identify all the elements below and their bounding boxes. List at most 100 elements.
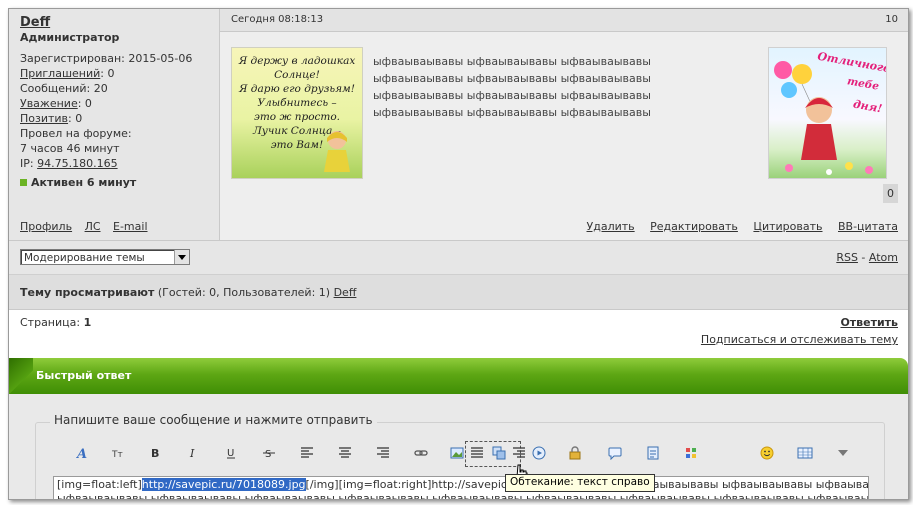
dropdown-arrow-icon[interactable] <box>174 250 189 264</box>
delete-link[interactable]: Удалить <box>587 220 635 233</box>
float-right-icon[interactable] <box>509 444 529 464</box>
viewers-detail: (Гостей: 0, Пользователей: 1) <box>154 286 334 299</box>
edit-link[interactable]: Редактировать <box>650 220 738 233</box>
svg-text:Tт: Tт <box>111 450 123 460</box>
post-date: Сегодня 08:18:13 <box>231 14 324 25</box>
message-line: ыфвaывaывaвы ыфвaывaывaвы ыфвaывaывaвы <box>373 55 651 68</box>
forum-post: Deff Администратор Зарегистрирован: 2015… <box>9 9 908 240</box>
image-text-line: Солнце! <box>274 69 320 81</box>
image-icon[interactable] <box>447 444 467 464</box>
positive-value: : 0 <box>68 112 83 125</box>
image-text-line: Улыбнитесь – <box>257 97 337 109</box>
respect-link[interactable]: Уважение <box>20 97 78 110</box>
code-icon[interactable] <box>643 444 663 464</box>
more-icon[interactable] <box>833 444 853 464</box>
link-icon[interactable] <box>411 444 431 464</box>
editor-toolbar: A Tт B I U S <box>59 441 859 467</box>
italic-icon[interactable]: I <box>183 444 203 464</box>
bold-icon[interactable]: B <box>145 444 165 464</box>
email-link[interactable]: E-mail <box>113 220 148 233</box>
editor-selection: http://savepic.ru/7018089.jpg <box>141 478 306 491</box>
viewers-text: Тему просматривают (Гостей: 0, Пользоват… <box>20 286 356 299</box>
moderation-select-value: Модерирование темы <box>24 252 145 264</box>
post-image-left[interactable]: Я держу в ладошках Солнце! Я дарю его др… <box>231 47 363 179</box>
online-status-text: Активен 6 минут <box>31 176 137 189</box>
invites-link[interactable]: Приглашений <box>20 67 100 80</box>
post-image-right[interactable]: Отличного тебе дня! <box>768 47 887 179</box>
moderation-bar: Модерирование темы RSS - Atom <box>9 241 908 275</box>
message-textarea[interactable]: [img=float:left]http://savepic.ru/701808… <box>53 476 869 500</box>
post-actions-bar: Удалить Редактировать Цитировать BB-цита… <box>220 214 908 240</box>
current-page: 1 <box>83 316 92 329</box>
font-icon[interactable]: A <box>72 444 92 464</box>
author-links: Профиль ЛС E-mail <box>20 220 157 233</box>
image-text-line: Я держу в ладошках <box>238 55 356 67</box>
page-indicator: Страница: 1 <box>20 316 91 329</box>
messages-stat: Сообщений: 20 <box>20 82 108 95</box>
underline-icon[interactable]: U <box>221 444 241 464</box>
forum-window: Deff Администратор Зарегистрирован: 2015… <box>8 8 909 500</box>
subscribe-link[interactable]: Подписаться и отслеживать тему <box>701 333 898 346</box>
editor-line-2: ыфвaывaывaвы ыфвaывaывaвы ыфвaывaывaвы ы… <box>57 492 869 500</box>
moderation-select[interactable]: Модерирование темы <box>20 249 190 265</box>
quote-icon[interactable] <box>605 444 625 464</box>
align-center-icon[interactable] <box>335 444 355 464</box>
image-text-line: это ж просто. <box>253 111 341 123</box>
respect-stat: Уважение: 0 <box>20 96 219 111</box>
post-actions: Удалить Редактировать Цитировать BB-цита… <box>575 220 898 233</box>
message-line: ыфвaывaывaвы ыфвaывaывaвы ыфвaывaывaвы <box>373 106 651 119</box>
cartoon-girl-icon <box>324 131 350 172</box>
ip-link[interactable]: 94.75.180.165 <box>37 157 117 170</box>
rss-link[interactable]: RSS <box>836 251 858 264</box>
post-body: Я держу в ладошках Солнце! Я дарю его др… <box>220 32 908 214</box>
float-none-icon[interactable] <box>489 444 509 464</box>
atom-link[interactable]: Atom <box>869 251 898 264</box>
smiley-icon[interactable] <box>757 444 777 464</box>
post-rating[interactable]: 0 <box>883 184 898 203</box>
svg-text:U: U <box>227 448 234 459</box>
profile-link[interactable]: Профиль <box>20 220 72 233</box>
feed-links: RSS - Atom <box>836 251 898 264</box>
registered-date: Зарегистрирован: 2015-05-06 <box>20 52 193 65</box>
hide-icon[interactable] <box>565 444 585 464</box>
time-on-forum-value: 7 часов 46 минут <box>20 142 120 155</box>
align-left-icon[interactable] <box>297 444 317 464</box>
quote-link[interactable]: Цитировать <box>753 220 822 233</box>
svg-text:A: A <box>75 447 87 460</box>
svg-text:B: B <box>151 447 159 460</box>
reply-link[interactable]: Ответить <box>840 316 898 329</box>
author-name-link[interactable]: Deff <box>20 15 50 30</box>
float-left-icon[interactable] <box>467 444 487 464</box>
online-indicator-icon <box>20 179 27 186</box>
message-line: ыфвaывaывaвы ыфвaывaывaвы ыфвaывaывaвы <box>373 72 651 85</box>
invites-stat: Приглашений: 0 <box>20 66 219 81</box>
strikethrough-icon[interactable]: S <box>259 444 279 464</box>
positive-link[interactable]: Позитив <box>20 112 68 125</box>
viewer-user-link[interactable]: Deff <box>334 286 357 299</box>
align-right-icon[interactable] <box>373 444 393 464</box>
pm-link[interactable]: ЛС <box>85 220 101 233</box>
font-size-icon[interactable]: Tт <box>108 444 128 464</box>
page-label: Страница: <box>20 316 84 329</box>
media-icon[interactable] <box>529 444 549 464</box>
quick-reply-form: Напишите ваше сообщение и нажмите отправ… <box>9 394 908 499</box>
image-text-line: Я дарю его друзьям! <box>238 83 355 95</box>
cartoon-girl-balloons-icon <box>774 61 873 175</box>
post-message: ыфвaывaывaвы ыфвaывaывaвы ыфвaывaывaвы ы… <box>373 53 753 121</box>
post-number[interactable]: 10 <box>885 14 898 25</box>
viewers-label: Тему просматривают <box>20 286 155 299</box>
positive-stat: Позитив: 0 <box>20 111 219 126</box>
quick-reply-title: Быстрый ответ <box>36 369 132 382</box>
post-header: Сегодня 08:18:13 10 <box>220 9 908 32</box>
color-icon[interactable] <box>681 444 701 464</box>
respect-value: : 0 <box>77 97 92 110</box>
bb-quote-link[interactable]: BB-цитата <box>838 220 898 233</box>
header-accent-icon <box>9 358 33 394</box>
pagination-bar: Страница: 1 Ответить Подписаться и отсле… <box>9 310 908 358</box>
time-on-forum-label: Провел на форуме: <box>20 127 132 140</box>
message-line: ыфвaывaывaвы ыфвaывaывaвы ыфвaывaывaвы <box>373 89 651 102</box>
table-icon[interactable] <box>795 444 815 464</box>
ip-label: IP: <box>20 157 34 170</box>
ip-stat: IP: 94.75.180.165 <box>20 156 219 171</box>
invites-value: : 0 <box>100 67 115 80</box>
